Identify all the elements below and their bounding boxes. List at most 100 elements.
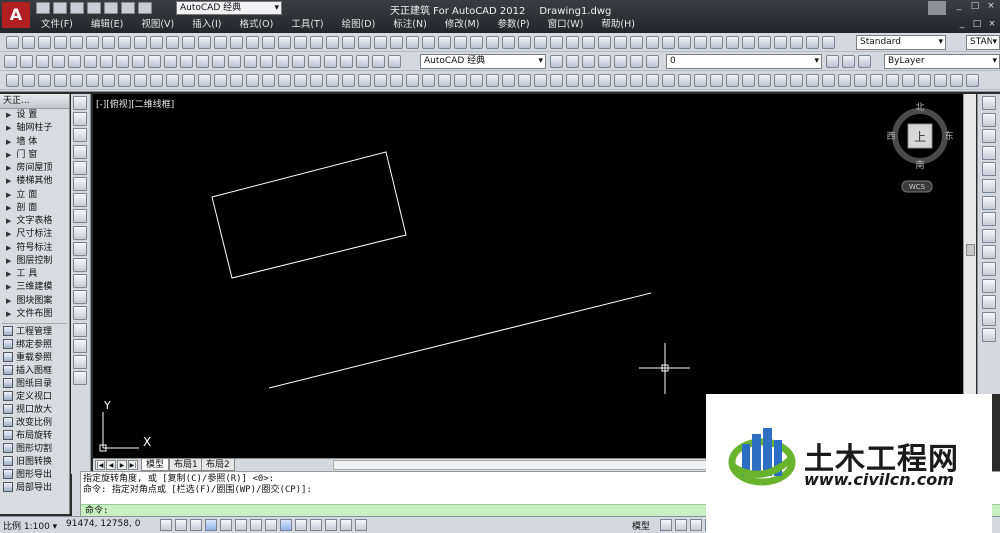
draw-tool-icon[interactable]	[73, 322, 87, 337]
draw-tool-icon[interactable]	[73, 274, 87, 289]
menu-draw[interactable]: 绘图(D)	[333, 18, 385, 32]
close-button[interactable]: ×	[984, 0, 998, 12]
tab-prev-button[interactable]: ◀	[106, 460, 116, 470]
toolbar-button-icon[interactable]	[854, 74, 867, 87]
layer-select[interactable]: 0	[666, 54, 822, 69]
viewcube[interactable]: 上 北 南 东 西 WCS	[886, 102, 954, 193]
toolbar-button-icon[interactable]	[534, 74, 547, 87]
text-style-select[interactable]: Standard	[856, 35, 946, 50]
modify-tool-icon[interactable]	[982, 96, 996, 110]
tarch-command[interactable]: 图形切割	[0, 443, 69, 456]
draw-tool-icon[interactable]	[73, 193, 87, 208]
toolbar-button-icon[interactable]	[742, 74, 755, 87]
menu-edit[interactable]: 编辑(E)	[82, 18, 132, 32]
toolbar-button-icon[interactable]	[22, 36, 35, 49]
tarch-menu-item[interactable]: ▶ 符号标注	[0, 242, 69, 255]
toolbar-button-icon[interactable]	[356, 55, 369, 68]
toolbar-button-icon[interactable]	[230, 36, 243, 49]
scroll-thumb[interactable]	[966, 244, 975, 256]
status-toggle-icon[interactable]	[355, 519, 367, 531]
toolbar-button-icon[interactable]	[726, 74, 739, 87]
toolbar-button-icon[interactable]	[454, 74, 467, 87]
menu-help[interactable]: 帮助(H)	[592, 18, 644, 32]
toolbar-button-icon[interactable]	[324, 55, 337, 68]
status-tray-icon[interactable]	[690, 519, 702, 531]
draw-tool-icon[interactable]	[73, 225, 87, 240]
doc-minimize-button[interactable]: _	[956, 18, 968, 30]
draw-tool-icon[interactable]	[73, 176, 87, 191]
doc-restore-button[interactable]: □	[971, 18, 983, 30]
toolbar-button-icon[interactable]	[230, 74, 243, 87]
tab-next-button[interactable]: ▶	[117, 460, 127, 470]
tarch-menu-item[interactable]: ▶ 尺寸标注	[0, 228, 69, 241]
toolbar-button-icon[interactable]	[518, 36, 531, 49]
menu-tools[interactable]: 工具(T)	[282, 18, 332, 32]
toolbar-button-icon[interactable]	[950, 74, 963, 87]
toolbar-button-icon[interactable]	[6, 36, 19, 49]
workspace-select[interactable]: AutoCAD 经典	[176, 1, 282, 15]
toolbar-button-icon[interactable]	[646, 55, 659, 68]
toolbar-button-icon[interactable]	[150, 74, 163, 87]
status-toggle-icon[interactable]	[280, 519, 292, 531]
maximize-button[interactable]: □	[968, 0, 982, 12]
toolbar-button-icon[interactable]	[342, 36, 355, 49]
toolbar-button-icon[interactable]	[470, 74, 483, 87]
toolbar-button-icon[interactable]	[630, 74, 643, 87]
draw-tool-icon[interactable]	[73, 209, 87, 224]
toolbar-button-icon[interactable]	[646, 74, 659, 87]
toolbar-button-icon[interactable]	[214, 36, 227, 49]
line-entity[interactable]	[268, 292, 652, 389]
draw-tool-icon[interactable]	[73, 338, 87, 353]
toolbar-button-icon[interactable]	[422, 36, 435, 49]
toolbar-button-icon[interactable]	[164, 55, 177, 68]
draw-tool-icon[interactable]	[73, 128, 87, 143]
menu-window[interactable]: 窗口(W)	[539, 18, 593, 32]
toolbar-button-icon[interactable]	[118, 74, 131, 87]
tarch-menu-item[interactable]: ▶ 房间屋顶	[0, 162, 69, 175]
status-toggle-icon[interactable]	[190, 519, 202, 531]
tarch-command[interactable]: 图纸目录	[0, 378, 69, 391]
toolbar-button-icon[interactable]	[116, 55, 129, 68]
status-toggle-icon[interactable]	[340, 519, 352, 531]
color-select[interactable]: ByLayer	[884, 54, 1000, 69]
toolbar-button-icon[interactable]	[22, 74, 35, 87]
toolbar-button-icon[interactable]	[858, 55, 871, 68]
modify-tool-icon[interactable]	[982, 129, 996, 144]
toolbar-button-icon[interactable]	[630, 36, 643, 49]
draw-tool-icon[interactable]	[73, 241, 87, 256]
draw-tool-icon[interactable]	[73, 290, 87, 305]
status-toggle-icon[interactable]	[235, 519, 247, 531]
toolbar-button-icon[interactable]	[246, 36, 259, 49]
toolbar-button-icon[interactable]	[4, 55, 17, 68]
tarch-menu-item[interactable]: ▶ 设 置	[0, 109, 69, 122]
tab-first-button[interactable]: |◀	[95, 460, 105, 470]
toolbar-button-icon[interactable]	[166, 36, 179, 49]
menu-dimension[interactable]: 标注(N)	[384, 18, 436, 32]
tarch-command[interactable]: 布局旋转	[0, 430, 69, 443]
draw-tool-icon[interactable]	[73, 112, 87, 127]
menu-parametric[interactable]: 参数(P)	[488, 18, 538, 32]
status-toggle-icon[interactable]	[160, 519, 172, 531]
toolbar-button-icon[interactable]	[292, 55, 305, 68]
tab-model[interactable]: 模型	[141, 459, 170, 471]
toolbar-button-icon[interactable]	[918, 74, 931, 87]
toolbar-button-icon[interactable]	[70, 74, 83, 87]
open-icon[interactable]	[53, 2, 67, 14]
workspace-select-2[interactable]: AutoCAD 经典	[420, 54, 546, 69]
toolbar-button-icon[interactable]	[84, 55, 97, 68]
toolbar-button-icon[interactable]	[198, 74, 211, 87]
tarch-menu-item[interactable]: ▶ 轴网柱子	[0, 122, 69, 135]
toolbar-button-icon[interactable]	[710, 74, 723, 87]
toolbar-button-icon[interactable]	[518, 74, 531, 87]
status-toggle-icon[interactable]	[175, 519, 187, 531]
status-toggle-icon[interactable]	[205, 519, 217, 531]
search-icon[interactable]	[928, 1, 946, 15]
toolbar-button-icon[interactable]	[102, 74, 115, 87]
toolbar-button-icon[interactable]	[6, 74, 19, 87]
toolbar-button-icon[interactable]	[36, 55, 49, 68]
status-toggle-icon[interactable]	[220, 519, 232, 531]
toolbar-button-icon[interactable]	[502, 36, 515, 49]
modify-tool-icon[interactable]	[982, 311, 996, 326]
tarch-command[interactable]: 旧图转换	[0, 456, 69, 469]
tarch-command[interactable]: 定义视口	[0, 391, 69, 404]
